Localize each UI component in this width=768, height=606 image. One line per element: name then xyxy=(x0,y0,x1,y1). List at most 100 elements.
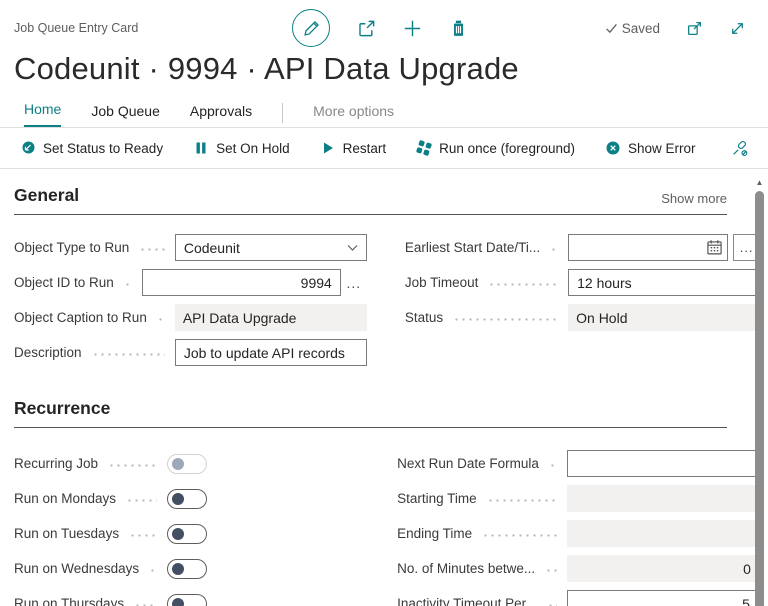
check-icon xyxy=(605,23,617,33)
field-inactivity-timeout-period: Inactivity Timeout Per... xyxy=(397,586,759,606)
toggle-knob xyxy=(172,527,185,540)
field-label: Next Run Date Formula xyxy=(397,456,539,471)
action-label: Show Error xyxy=(627,140,696,156)
pin-action-bar-button[interactable] xyxy=(731,140,748,157)
dotted-leader xyxy=(126,499,158,502)
field-label: Status xyxy=(404,310,444,325)
error-circle-icon xyxy=(606,141,620,155)
dotted-leader xyxy=(108,464,158,467)
recurrence-left-column: Recurring Job Run on Mondays Run on Tues… xyxy=(14,446,359,606)
tab-home[interactable]: Home xyxy=(24,101,62,127)
dotted-leader xyxy=(488,283,559,286)
chevron-down-icon xyxy=(347,244,358,251)
share-icon[interactable] xyxy=(357,19,376,38)
action-restart[interactable]: Restart xyxy=(320,140,387,156)
dotted-leader xyxy=(482,534,557,537)
general-right-column: Earliest Start Date/Ti... ... Job Timeou… xyxy=(404,230,761,370)
dotted-leader xyxy=(129,534,158,537)
field-job-timeout: Job Timeout xyxy=(405,265,761,300)
header-right-group: Saved xyxy=(468,20,746,37)
field-status: Status On Hold xyxy=(404,300,761,335)
recurrence-section-header[interactable]: Recurrence xyxy=(14,398,727,428)
field-label: Run on Mondays xyxy=(14,491,117,506)
field-object-caption-to-run: Object Caption to Run API Data Upgrade xyxy=(14,300,367,335)
field-label: Starting Time xyxy=(397,491,477,506)
delete-trash-icon[interactable] xyxy=(449,19,468,38)
run-on-thursdays-toggle[interactable] xyxy=(167,593,208,606)
minutes-between-value: 0 xyxy=(566,555,759,582)
field-label: Object Caption to Run xyxy=(14,310,147,325)
open-in-new-window-icon[interactable] xyxy=(686,20,703,37)
new-plus-icon[interactable] xyxy=(403,19,422,38)
action-label: Restart xyxy=(342,140,387,156)
play-icon xyxy=(323,142,333,154)
job-timeout-input[interactable] xyxy=(568,269,761,296)
action-set-status-to-ready[interactable]: Set Status to Ready xyxy=(20,140,163,156)
action-set-on-hold[interactable]: Set On Hold xyxy=(193,140,290,156)
recurrence-heading: Recurrence xyxy=(14,398,111,418)
inactivity-timeout-input[interactable] xyxy=(566,590,759,606)
dotted-leader xyxy=(550,248,559,251)
field-label: Object Type to Run xyxy=(14,240,130,255)
field-run-on-mondays: Run on Mondays xyxy=(14,481,359,516)
object-type-value: Codeunit xyxy=(183,239,240,256)
field-description: Description xyxy=(14,335,367,370)
expand-fullscreen-icon[interactable] xyxy=(729,20,746,37)
toggle-knob xyxy=(172,457,185,470)
general-heading: General xyxy=(14,185,80,205)
pause-icon xyxy=(196,142,206,154)
save-status-label: Saved xyxy=(621,20,660,36)
field-label: Object ID to Run xyxy=(14,275,114,290)
object-id-input[interactable] xyxy=(141,269,341,296)
scrollbar[interactable]: ▲ xyxy=(753,178,766,606)
field-label: Ending Time xyxy=(397,526,473,541)
tab-separator xyxy=(282,103,284,123)
header-action-icons xyxy=(292,9,468,47)
tab-more-options[interactable]: More options xyxy=(313,103,394,127)
show-more-link[interactable]: Show more xyxy=(661,191,727,206)
general-section-header[interactable]: General Show more xyxy=(14,185,727,215)
dotted-leader xyxy=(156,318,165,321)
ending-time-value xyxy=(566,520,759,547)
field-recurring-job: Recurring Job xyxy=(14,446,359,481)
scrollbar-thumb[interactable] xyxy=(755,191,764,606)
section-recurrence: Recurrence Recurring Job Run on Mondays … xyxy=(14,398,759,606)
earliest-start-input[interactable] xyxy=(568,234,729,261)
dotted-leader xyxy=(123,283,132,286)
dotted-leader xyxy=(545,569,557,572)
field-label: Description xyxy=(14,345,82,360)
dotted-leader xyxy=(91,353,165,356)
pencil-icon xyxy=(303,20,319,36)
field-label: Recurring Job xyxy=(14,456,99,471)
toggle-knob xyxy=(172,562,185,575)
scroll-up-arrow-icon[interactable]: ▲ xyxy=(753,178,766,188)
dotted-leader xyxy=(548,464,557,467)
title-row: Codeunit · 9994 · API Data Upgrade xyxy=(0,47,768,87)
field-minutes-between-runs: No. of Minutes betwe... 0 xyxy=(397,551,759,586)
object-type-dropdown[interactable]: Codeunit xyxy=(174,234,367,261)
field-starting-time: Starting Time xyxy=(397,481,759,516)
starting-time-value xyxy=(566,485,759,512)
action-run-once-foreground[interactable]: Run once (foreground) xyxy=(416,140,575,156)
tab-approvals[interactable]: Approvals xyxy=(190,103,252,127)
run-cog-icon xyxy=(416,140,432,156)
action-show-error[interactable]: Show Error xyxy=(605,140,696,156)
field-next-run-date-formula: Next Run Date Formula xyxy=(397,446,759,481)
calendar-icon[interactable] xyxy=(706,239,723,256)
edit-mode-button[interactable] xyxy=(292,9,330,47)
toggle-knob xyxy=(172,597,185,606)
action-label: Set On Hold xyxy=(216,140,290,156)
page-title: Codeunit · 9994 · API Data Upgrade xyxy=(14,51,519,86)
ribbon-tabs: Home Job Queue Approvals More options xyxy=(0,87,768,128)
run-on-mondays-toggle[interactable] xyxy=(167,488,208,509)
field-run-on-tuesdays: Run on Tuesdays xyxy=(14,516,359,551)
description-input[interactable] xyxy=(174,339,367,366)
run-on-wednesdays-toggle[interactable] xyxy=(167,558,208,579)
dotted-leader xyxy=(139,248,165,251)
run-on-tuesdays-toggle[interactable] xyxy=(167,523,208,544)
action-label: Set Status to Ready xyxy=(43,140,164,156)
field-object-id-to-run: Object ID to Run ... xyxy=(14,265,367,300)
next-run-date-formula-input[interactable] xyxy=(566,450,759,477)
tab-job-queue[interactable]: Job Queue xyxy=(91,103,160,127)
assist-edit-button[interactable]: ... xyxy=(341,275,367,291)
